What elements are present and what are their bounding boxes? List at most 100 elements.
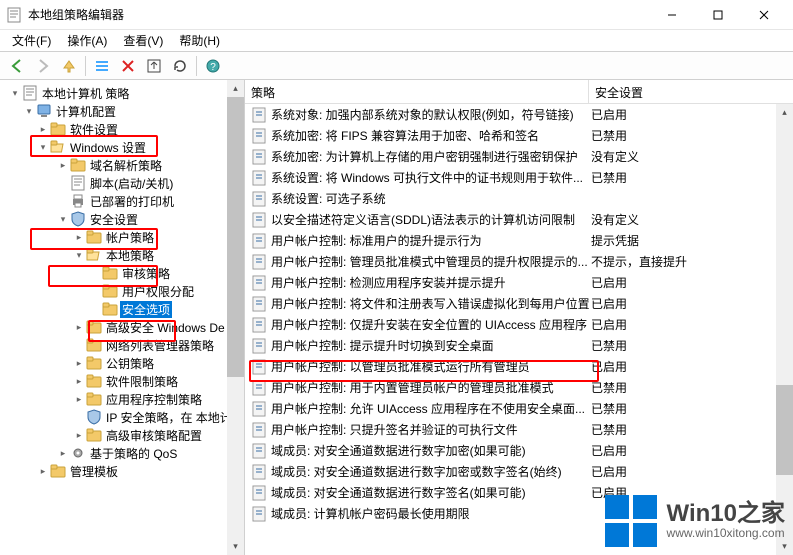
- policy-name: 用户帐户控制: 将文件和注册表写入错误虚拟化到每用户位置: [271, 295, 591, 312]
- tree-root-local-computer-policy[interactable]: ▾本地计算机 策略: [0, 84, 227, 102]
- policy-name: 系统加密: 为计算机上存储的用户密钥强制进行强密钥保护: [271, 148, 591, 165]
- policy-name: 用户帐户控制: 允许 UIAccess 应用程序在不使用安全桌面...: [271, 400, 591, 417]
- tree-deployed-printers[interactable]: ▸已部署的打印机: [0, 192, 227, 210]
- policy-icon: [251, 233, 267, 249]
- tree-ip-security[interactable]: ▸IP 安全策略，在 本地计: [0, 408, 227, 426]
- tree-network-list-manager[interactable]: ▸网络列表管理器策略: [0, 336, 227, 354]
- tree-windows-settings[interactable]: ▾Windows 设置: [0, 138, 227, 156]
- printer-icon: [70, 193, 86, 209]
- tree-audit-policy[interactable]: ▸审核策略: [0, 264, 227, 282]
- tree-advanced-audit-config[interactable]: ▸高级审核策略配置: [0, 426, 227, 444]
- menu-help[interactable]: 帮助(H): [171, 30, 228, 51]
- policy-name: 用户帐户控制: 用于内置管理员帐户的管理员批准模式: [271, 379, 591, 396]
- tree-software-settings[interactable]: ▸软件设置: [0, 120, 227, 138]
- scroll-up-icon[interactable]: ▴: [776, 104, 793, 121]
- policy-icon: [251, 485, 267, 501]
- tree-app-control[interactable]: ▸应用程序控制策略: [0, 390, 227, 408]
- policy-icon: [251, 128, 267, 144]
- scroll-icon: [22, 85, 38, 101]
- menubar: 文件(F) 操作(A) 查看(V) 帮助(H): [0, 30, 793, 52]
- policy-setting: 已禁用: [591, 127, 793, 144]
- maximize-button[interactable]: [695, 0, 741, 30]
- policy-row[interactable]: 域成员: 计算机帐户密码最长使用期限: [245, 503, 793, 524]
- tree-local-policies[interactable]: ▾本地策略: [0, 246, 227, 264]
- back-button[interactable]: [5, 54, 29, 78]
- policy-setting: 已禁用: [591, 421, 793, 438]
- scroll-thumb[interactable]: [776, 385, 793, 475]
- policy-name: 以安全描述符定义语言(SDDL)语法表示的计算机访问限制: [271, 211, 591, 228]
- list-header: 策略 安全设置: [245, 80, 793, 104]
- tree-admin-templates[interactable]: ▸管理模板: [0, 462, 227, 480]
- policy-icon: [251, 296, 267, 312]
- tree-scripts-startup-shutdown[interactable]: ▸脚本(启动/关机): [0, 174, 227, 192]
- policy-row[interactable]: 用户帐户控制: 标准用户的提升提示行为 提示凭据: [245, 230, 793, 251]
- policy-name: 用户帐户控制: 标准用户的提升提示行为: [271, 232, 591, 249]
- help-button[interactable]: [201, 54, 225, 78]
- policy-row[interactable]: 系统设置: 可选子系统: [245, 188, 793, 209]
- policy-setting: 已启用: [591, 274, 793, 291]
- tree-account-policies[interactable]: ▸帐户策略: [0, 228, 227, 246]
- policy-row[interactable]: 用户帐户控制: 只提升签名并验证的可执行文件 已禁用: [245, 419, 793, 440]
- policy-row[interactable]: 用户帐户控制: 以管理员批准模式运行所有管理员 已启用: [245, 356, 793, 377]
- policy-row[interactable]: 域成员: 对安全通道数据进行数字加密(如果可能) 已启用: [245, 440, 793, 461]
- tree-public-key-policies[interactable]: ▸公钥策略: [0, 354, 227, 372]
- minimize-button[interactable]: [649, 0, 695, 30]
- policy-name: 系统对象: 加强内部系统对象的默认权限(例如，符号链接): [271, 106, 591, 123]
- policy-row[interactable]: 系统对象: 加强内部系统对象的默认权限(例如，符号链接) 已启用: [245, 104, 793, 125]
- tree-computer-config[interactable]: ▾计算机配置: [0, 102, 227, 120]
- policy-row[interactable]: 系统设置: 将 Windows 可执行文件中的证书规则用于软件... 已禁用: [245, 167, 793, 188]
- policy-icon: [251, 338, 267, 354]
- policy-icon: [251, 149, 267, 165]
- policy-name: 系统设置: 将 Windows 可执行文件中的证书规则用于软件...: [271, 169, 591, 186]
- column-header-security[interactable]: 安全设置: [589, 80, 793, 103]
- list-body: 系统对象: 加强内部系统对象的默认权限(例如，符号链接) 已启用 系统加密: 将…: [245, 104, 793, 555]
- policy-row[interactable]: 以安全描述符定义语言(SDDL)语法表示的计算机访问限制 没有定义: [245, 209, 793, 230]
- scroll-down-icon[interactable]: ▾: [227, 538, 244, 555]
- policy-setting: 已启用: [591, 106, 793, 123]
- close-button[interactable]: [741, 0, 787, 30]
- tree-security-options[interactable]: ▸安全选项: [0, 300, 227, 318]
- policy-row[interactable]: 用户帐户控制: 允许 UIAccess 应用程序在不使用安全桌面... 已禁用: [245, 398, 793, 419]
- export-list-button[interactable]: [142, 54, 166, 78]
- policy-setting: 已启用: [591, 295, 793, 312]
- policy-row[interactable]: 用户帐户控制: 将文件和注册表写入错误虚拟化到每用户位置 已启用: [245, 293, 793, 314]
- menu-action[interactable]: 操作(A): [59, 30, 115, 51]
- policy-icon: [251, 254, 267, 270]
- policy-row[interactable]: 用户帐户控制: 管理员批准模式中管理员的提升权限提示的... 不提示，直接提升: [245, 251, 793, 272]
- policy-row[interactable]: 域成员: 对安全通道数据进行数字签名(如果可能) 已启用: [245, 482, 793, 503]
- folder-icon: [86, 373, 102, 389]
- scroll-thumb[interactable]: [227, 97, 244, 377]
- tree-domain-resolution[interactable]: ▸域名解析策略: [0, 156, 227, 174]
- policy-row[interactable]: 用户帐户控制: 用于内置管理员帐户的管理员批准模式 已禁用: [245, 377, 793, 398]
- policy-setting: 不提示，直接提升: [591, 253, 793, 270]
- policy-icon: [251, 401, 267, 417]
- tree-policy-based-qos[interactable]: ▸基于策略的 QoS: [0, 444, 227, 462]
- policy-row[interactable]: 系统加密: 为计算机上存储的用户密钥强制进行强密钥保护 没有定义: [245, 146, 793, 167]
- show-hide-tree-button[interactable]: [90, 54, 114, 78]
- column-header-policy[interactable]: 策略: [245, 80, 589, 103]
- up-button[interactable]: [57, 54, 81, 78]
- tree-scrollbar[interactable]: ▴ ▾: [227, 80, 244, 555]
- folder-open-icon: [86, 247, 102, 263]
- policy-setting: 已启用: [591, 316, 793, 333]
- refresh-button[interactable]: [168, 54, 192, 78]
- policy-row[interactable]: 用户帐户控制: 仅提升安装在安全位置的 UIAccess 应用程序 已启用: [245, 314, 793, 335]
- policy-row[interactable]: 用户帐户控制: 提示提升时切换到安全桌面 已禁用: [245, 335, 793, 356]
- scroll-down-icon[interactable]: ▾: [776, 538, 793, 555]
- scroll-up-icon[interactable]: ▴: [227, 80, 244, 97]
- menu-view[interactable]: 查看(V): [115, 30, 171, 51]
- forward-button[interactable]: [31, 54, 55, 78]
- policy-setting: 没有定义: [591, 211, 793, 228]
- tree-user-rights-assignment[interactable]: ▸用户权限分配: [0, 282, 227, 300]
- script-icon: [70, 175, 86, 191]
- delete-button[interactable]: [116, 54, 140, 78]
- list-scrollbar[interactable]: ▴ ▾: [776, 104, 793, 555]
- tree-software-restriction[interactable]: ▸软件限制策略: [0, 372, 227, 390]
- policy-row[interactable]: 域成员: 对安全通道数据进行数字加密或数字签名(始终) 已启用: [245, 461, 793, 482]
- policy-row[interactable]: 用户帐户控制: 检测应用程序安装并提示提升 已启用: [245, 272, 793, 293]
- menu-file[interactable]: 文件(F): [4, 30, 59, 51]
- policy-row[interactable]: 系统加密: 将 FIPS 兼容算法用于加密、哈希和签名 已禁用: [245, 125, 793, 146]
- tree-windows-firewall[interactable]: ▸高级安全 Windows De: [0, 318, 227, 336]
- toolbar: [0, 52, 793, 80]
- tree-security-settings[interactable]: ▾安全设置: [0, 210, 227, 228]
